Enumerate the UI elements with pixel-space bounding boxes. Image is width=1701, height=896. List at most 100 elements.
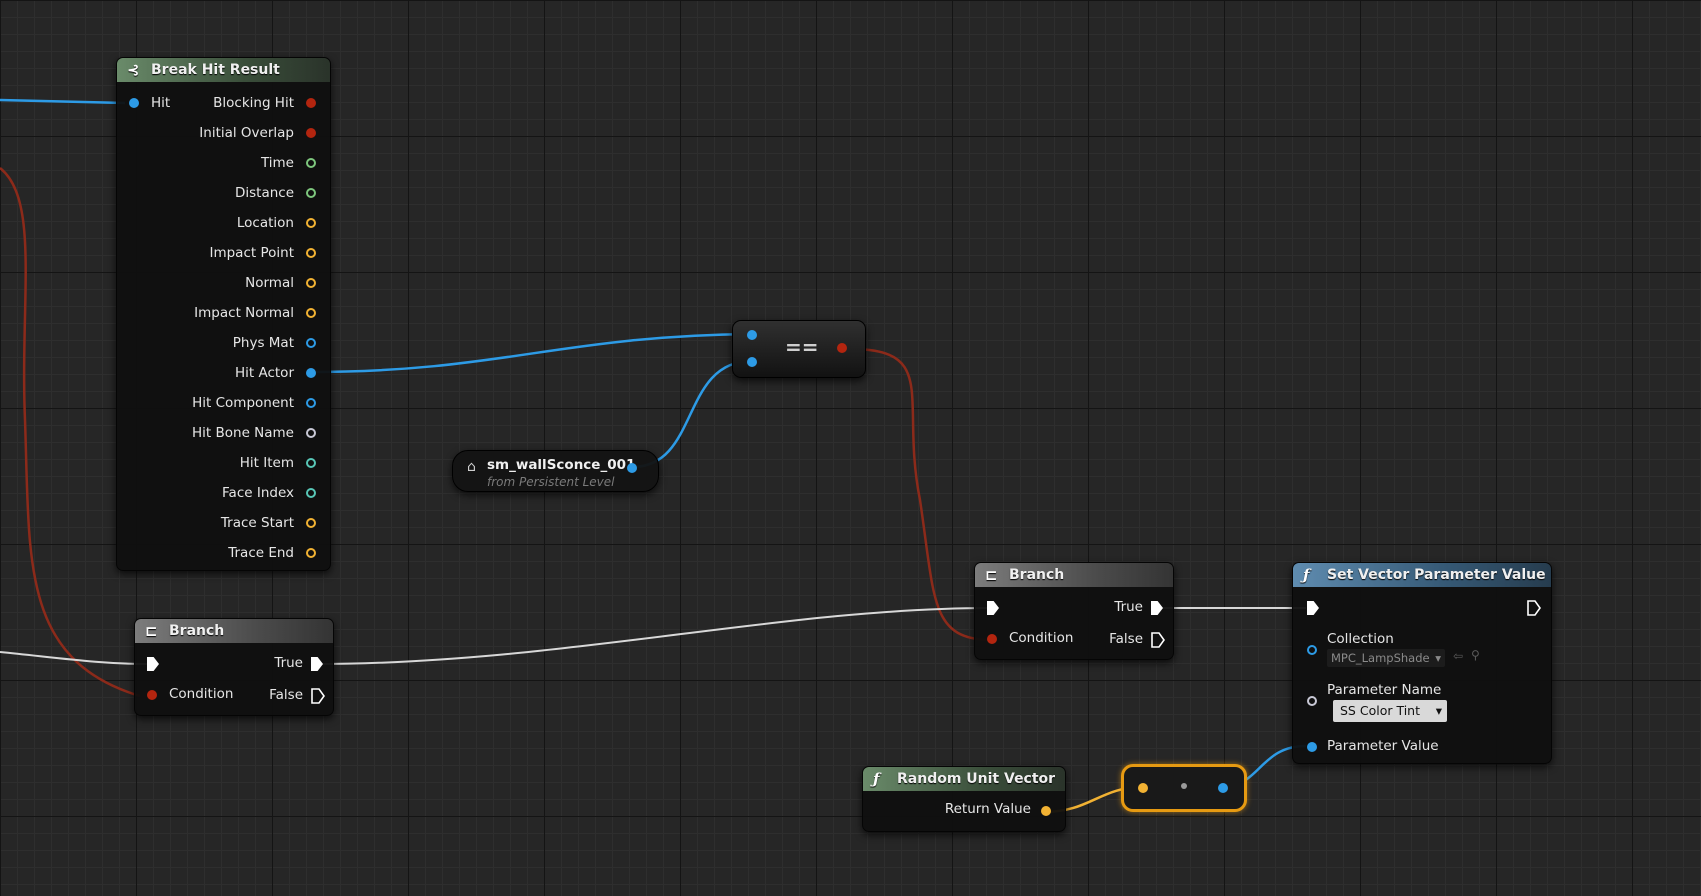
blocking-hit-label: Blocking Hit — [213, 95, 294, 111]
set-vector-parameter-node[interactable]: ƒ Set Vector Parameter Value Collection … — [1292, 562, 1552, 764]
location-label: Location — [236, 215, 294, 231]
use-selected-asset-icon[interactable]: ⇦ — [1453, 649, 1463, 663]
face-index-label: Face Index — [222, 485, 294, 501]
impact-point-label: Impact Point — [209, 245, 294, 261]
hit-bone-name-pin[interactable] — [306, 428, 316, 438]
distance-label: Distance — [234, 185, 294, 201]
impact-point-pin[interactable] — [306, 248, 316, 258]
actor-reference-icon: ⌂ — [467, 459, 476, 475]
branch-left-exec-in-pin[interactable] — [147, 657, 159, 671]
hit-bone-name-label: Hit Bone Name — [192, 425, 294, 441]
hit-item-label: Hit Item — [239, 455, 294, 471]
wire-equal-to-condition — [849, 347, 993, 642]
branch-right-exec-in-pin[interactable] — [987, 601, 999, 615]
return-value-pin[interactable] — [1041, 806, 1051, 816]
hit-component-label: Hit Component — [192, 395, 294, 411]
branch-right-header[interactable]: ⊏ Branch — [975, 563, 1173, 587]
set-vector-parameter-header[interactable]: ƒ Set Vector Parameter Value — [1293, 563, 1551, 587]
normal-pin[interactable] — [306, 278, 316, 288]
collection-pin[interactable] — [1307, 645, 1317, 655]
wire-exec-true-to-branch — [315, 607, 991, 665]
parameter-name-label: Parameter Name — [1327, 682, 1442, 698]
random-unit-vector-header[interactable]: ƒ Random Unit Vector — [863, 767, 1065, 791]
branch-left-true-label: True — [274, 655, 303, 671]
trace-end-pin[interactable] — [306, 548, 316, 558]
hit-component-pin[interactable] — [306, 398, 316, 408]
equal-input-b-pin[interactable] — [747, 357, 757, 367]
branch-left-title: Branch — [169, 623, 225, 639]
hit-input-pin[interactable] — [129, 98, 139, 108]
break-struct-icon: ⊰ — [127, 61, 140, 79]
branch-right-title: Branch — [1009, 567, 1065, 583]
conversion-dot-icon — [1181, 783, 1187, 789]
branch-right-condition-pin[interactable] — [987, 634, 997, 644]
initial-overlap-label: Initial Overlap — [199, 125, 294, 141]
branch-left-false-pin[interactable] — [311, 688, 325, 704]
branch-right-true-label: True — [1114, 599, 1143, 615]
branch-icon: ⊏ — [145, 622, 158, 640]
parameter-name-pin[interactable] — [1307, 696, 1317, 706]
branch-right-true-pin[interactable] — [1151, 601, 1163, 615]
trace-start-pin[interactable] — [306, 518, 316, 528]
parameter-value-label: Parameter Value — [1327, 738, 1439, 754]
collection-label: Collection — [1327, 631, 1394, 647]
equal-input-a-pin[interactable] — [747, 330, 757, 340]
break-hit-result-header[interactable]: ⊰ Break Hit Result — [117, 58, 330, 82]
trace-end-label: Trace End — [228, 545, 294, 561]
random-unit-vector-title: Random Unit Vector — [897, 771, 1056, 787]
branch-right-false-pin[interactable] — [1151, 632, 1165, 648]
browse-asset-icon[interactable]: ⚲ — [1471, 648, 1480, 662]
wire-exec-in-left — [0, 651, 149, 665]
branch-left-true-pin[interactable] — [311, 657, 323, 671]
set-vector-exec-in-pin[interactable] — [1307, 601, 1319, 615]
hit-actor-label: Hit Actor — [234, 365, 294, 381]
hit-item-pin[interactable] — [306, 458, 316, 468]
actor-reference-node[interactable]: ⌂ sm_wallSconce_001 from Persistent Leve… — [452, 450, 659, 492]
chevron-down-icon: ▾ — [1435, 703, 1442, 718]
break-hit-result-title: Break Hit Result — [151, 62, 280, 78]
distance-pin[interactable] — [306, 188, 316, 198]
actor-reference-name: sm_wallSconce_001 — [487, 457, 636, 473]
actor-reference-subtitle: from Persistent Level — [487, 475, 615, 489]
collection-dropdown[interactable]: MPC_LampShade ▾ — [1327, 649, 1445, 667]
branch-right-node[interactable]: ⊏ Branch True Condition False — [974, 562, 1174, 660]
location-pin[interactable] — [306, 218, 316, 228]
branch-left-condition-pin[interactable] — [147, 690, 157, 700]
collection-value: MPC_LampShade — [1331, 651, 1430, 665]
wire-hit-actor-to-equal — [309, 332, 753, 374]
phys-mat-label: Phys Mat — [232, 335, 294, 351]
wire-hit-input — [0, 98, 126, 105]
vector-conversion-node[interactable] — [1121, 764, 1247, 812]
branch-left-false-label: False — [269, 687, 303, 703]
equal-node[interactable]: == — [732, 320, 866, 378]
random-unit-vector-node[interactable]: ƒ Random Unit Vector Return Value — [862, 766, 1066, 832]
break-hit-result-node[interactable]: ⊰ Break Hit Result Hit Blocking Hit Initi… — [116, 57, 331, 571]
impact-normal-label: Impact Normal — [194, 305, 294, 321]
branch-left-condition-label: Condition — [169, 686, 234, 702]
conversion-output-pin[interactable] — [1218, 783, 1228, 793]
branch-right-condition-label: Condition — [1009, 630, 1074, 646]
set-vector-exec-out-pin[interactable] — [1527, 600, 1541, 616]
parameter-name-value: SS Color Tint — [1340, 703, 1420, 718]
parameter-name-dropdown[interactable]: SS Color Tint ▾ — [1333, 700, 1447, 722]
function-icon: ƒ — [1303, 566, 1310, 584]
initial-overlap-pin[interactable] — [306, 128, 316, 138]
equal-output-pin[interactable] — [837, 343, 847, 353]
set-vector-parameter-title: Set Vector Parameter Value — [1327, 567, 1546, 583]
branch-left-node[interactable]: ⊏ Branch True Condition False — [134, 618, 334, 716]
hit-actor-pin[interactable] — [306, 368, 316, 378]
blocking-hit-pin[interactable] — [306, 98, 316, 108]
chevron-down-icon: ▾ — [1435, 651, 1441, 665]
branch-icon: ⊏ — [985, 566, 998, 584]
parameter-value-pin[interactable] — [1307, 742, 1317, 752]
face-index-pin[interactable] — [306, 488, 316, 498]
branch-left-header[interactable]: ⊏ Branch — [135, 619, 333, 643]
trace-start-label: Trace Start — [220, 515, 294, 531]
time-pin[interactable] — [306, 158, 316, 168]
phys-mat-pin[interactable] — [306, 338, 316, 348]
impact-normal-pin[interactable] — [306, 308, 316, 318]
normal-label: Normal — [245, 275, 294, 291]
actor-reference-output-pin[interactable] — [627, 463, 637, 473]
conversion-input-pin[interactable] — [1138, 783, 1148, 793]
time-label: Time — [260, 155, 294, 171]
